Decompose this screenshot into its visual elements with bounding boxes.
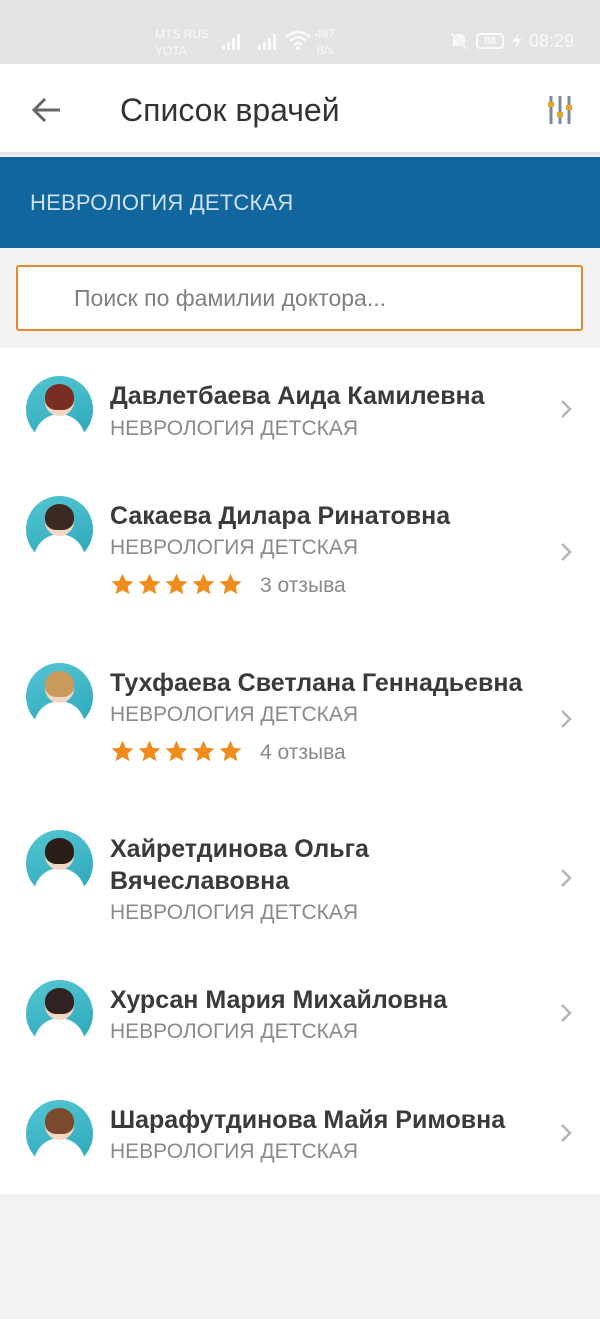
doctor-specialty: НЕВРОЛОГИЯ ДЕТСКАЯ xyxy=(110,536,359,559)
search-area: Поиск по фамилии доктора... xyxy=(0,248,600,348)
page-title: Список врачей xyxy=(120,92,340,128)
star-icon xyxy=(165,573,188,595)
network-speed: 487 B/s xyxy=(315,26,335,58)
star-icon xyxy=(138,740,161,762)
carrier-line-1: MTS RUS xyxy=(155,27,209,41)
doctor-specialty: НЕВРОЛОГИЯ ДЕТСКАЯ xyxy=(110,417,359,440)
doctor-specialty: НЕВРОЛОГИЯ ДЕТСКАЯ xyxy=(110,1020,359,1043)
doctor-avatar xyxy=(26,663,93,730)
doctor-row[interactable]: Шарафутдинова Майя Римовна НЕВРОЛОГИЯ ДЕ… xyxy=(0,1082,600,1194)
doctor-name: Хурсан Мария Михайловна xyxy=(110,986,448,1014)
chevron-right-icon xyxy=(561,400,572,418)
battery-icon: 88 xyxy=(476,33,504,49)
signal-icon xyxy=(258,34,276,50)
hair-shape xyxy=(45,838,74,864)
doctor-avatar xyxy=(26,376,93,443)
specialty-header: НЕВРОЛОГИЯ ДЕТСКАЯ xyxy=(0,157,600,248)
chevron-right-icon xyxy=(561,869,572,887)
speed-value: 487 xyxy=(315,27,336,41)
reviews-count: 4 отзыва xyxy=(260,741,346,764)
chevron-right-icon xyxy=(561,1004,572,1022)
hair-shape xyxy=(45,384,74,410)
doctor-avatar xyxy=(26,980,93,1047)
app-bar: Список врачей xyxy=(0,64,600,155)
chevron-right-icon xyxy=(561,1124,572,1142)
doctor-name-line-2: Вячеславовна xyxy=(110,867,290,895)
star-icon xyxy=(165,740,188,762)
doctor-name: Давлетбаева Аида Камилевна xyxy=(110,382,485,410)
charging-icon xyxy=(512,33,522,49)
star-icon xyxy=(111,740,134,762)
hair-shape xyxy=(45,988,74,1014)
reviews-count: 3 отзыва xyxy=(260,574,346,597)
doctor-specialty: НЕВРОЛОГИЯ ДЕТСКАЯ xyxy=(110,901,359,924)
star-icon xyxy=(192,573,215,595)
star-icon xyxy=(219,740,242,762)
star-icon xyxy=(111,573,134,595)
doctor-name: Хайретдинова Ольга Вячеславовна xyxy=(110,833,540,897)
doctor-avatar xyxy=(26,1100,93,1167)
status-bar: MTS RUS YOTA 487 B/s 88 08:29 xyxy=(0,0,600,64)
empty-area xyxy=(0,1194,600,1319)
carrier-label: MTS RUS YOTA xyxy=(155,26,209,60)
hair-shape xyxy=(45,1108,74,1134)
doctor-name-line-1: Хайретдинова Ольга xyxy=(110,835,369,863)
clock: 08:29 xyxy=(529,31,575,51)
doctor-row[interactable]: Давлетбаева Аида Камилевна НЕВРОЛОГИЯ ДЕ… xyxy=(0,348,600,468)
filter-sliders-icon[interactable] xyxy=(543,90,577,130)
chevron-right-icon xyxy=(561,710,572,728)
chevron-right-icon xyxy=(561,543,572,561)
hair-shape xyxy=(45,504,74,530)
rating-stars xyxy=(110,739,243,765)
arrow-left-icon[interactable] xyxy=(26,90,66,130)
carrier-line-2: YOTA xyxy=(155,44,187,58)
doctor-specialty: НЕВРОЛОГИЯ ДЕТСКАЯ xyxy=(110,703,359,726)
doctor-row[interactable]: Хайретдинова Ольга Вячеславовна НЕВРОЛОГ… xyxy=(0,802,600,962)
doctor-list: Давлетбаева Аида Камилевна НЕВРОЛОГИЯ ДЕ… xyxy=(0,348,600,1194)
star-icon xyxy=(192,740,215,762)
doctor-row[interactable]: Тухфаева Светлана Геннадьевна НЕВРОЛОГИЯ… xyxy=(0,635,600,802)
doctor-row[interactable]: Хурсан Мария Михайловна НЕВРОЛОГИЯ ДЕТСК… xyxy=(0,962,600,1082)
specialty-title: НЕВРОЛОГИЯ ДЕТСКАЯ xyxy=(30,190,294,215)
star-icon xyxy=(219,573,242,595)
star-icon xyxy=(138,573,161,595)
bell-muted-icon xyxy=(449,32,469,50)
hair-shape xyxy=(45,671,74,697)
speed-unit: B/s xyxy=(316,43,334,57)
doctor-name: Сакаева Дилара Ринатовна xyxy=(110,502,451,530)
doctor-row[interactable]: Сакаева Дилара Ринатовна НЕВРОЛОГИЯ ДЕТС… xyxy=(0,468,600,635)
signal-icon xyxy=(222,34,240,50)
doctor-avatar xyxy=(26,496,93,563)
doctor-specialty: НЕВРОЛОГИЯ ДЕТСКАЯ xyxy=(110,1140,359,1163)
wifi-icon xyxy=(285,30,311,50)
doctor-name: Шарафутдинова Майя Римовна xyxy=(110,1106,506,1134)
doctor-avatar xyxy=(26,830,93,897)
doctor-name: Тухфаева Светлана Геннадьевна xyxy=(110,669,523,697)
rating-stars xyxy=(110,572,243,598)
search-input[interactable]: Поиск по фамилии доктора... xyxy=(16,265,583,331)
